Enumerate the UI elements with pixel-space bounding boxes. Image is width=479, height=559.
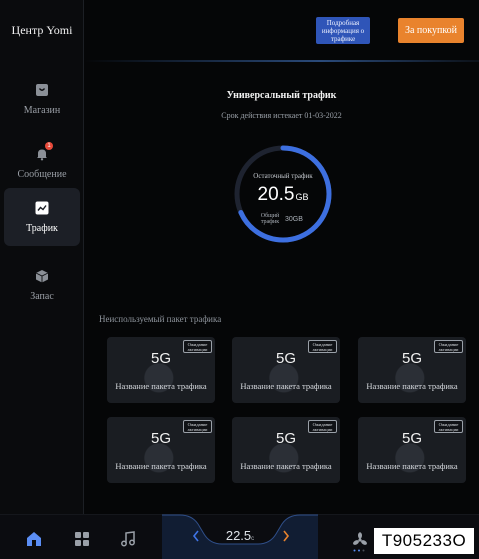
- package-card[interactable]: Ожидание активации 5G Название пакета тр…: [107, 417, 215, 483]
- package-type: 5G: [401, 430, 422, 447]
- traffic-gauge: Остаточный трафик 20.5GB Общий трафик 30…: [233, 144, 333, 244]
- total-value: 30GB: [285, 215, 303, 223]
- remaining-number: 20.5: [257, 184, 295, 205]
- package-card[interactable]: Ожидание активации 5G Название пакета тр…: [358, 417, 466, 483]
- sidebar-item-label: Трафик: [26, 222, 58, 234]
- header-divider: [84, 60, 479, 62]
- buy-button[interactable]: За покупкой: [398, 18, 464, 43]
- package-name: Название пакета трафика: [240, 381, 332, 391]
- notification-badge: 1: [45, 141, 53, 150]
- bag-icon: [35, 83, 49, 97]
- package-type: 5G: [150, 350, 171, 367]
- package-type: 5G: [275, 430, 296, 447]
- music-note-icon[interactable]: [118, 529, 138, 549]
- temp-increase-button[interactable]: [280, 528, 292, 544]
- package-card[interactable]: Ожидание активации 5G Название пакета тр…: [358, 337, 466, 403]
- chart-line-icon: [35, 201, 49, 215]
- sidebar: Центр Yomi Магазин 1 Сообщение Трафик За…: [0, 0, 84, 514]
- expiry-date: Срок действия истекает 01-03-2022: [221, 111, 342, 120]
- sidebar-item-label: Сообщение: [17, 168, 67, 180]
- package-name: Название пакета трафика: [366, 381, 458, 391]
- package-name: Название пакета трафика: [115, 381, 207, 391]
- sidebar-item-label: Запас: [30, 290, 54, 302]
- total-label: Общий трафик: [260, 213, 280, 225]
- total-traffic: Общий трафик 30GB: [259, 213, 309, 225]
- code-label: T905233O: [374, 528, 474, 554]
- sidebar-item-messages[interactable]: 1 Сообщение: [4, 134, 80, 192]
- temperature-value: 22.5: [225, 528, 252, 543]
- cube-icon: [35, 269, 49, 283]
- climate-control: 22.5c: [162, 514, 318, 559]
- package-card[interactable]: Ожидание активации 5G Название пакета тр…: [232, 337, 340, 403]
- bell-icon: 1: [35, 141, 53, 161]
- main-panel: Подробная информация о трафике За покупк…: [84, 0, 479, 514]
- remaining-unit: GB: [295, 192, 309, 202]
- traffic-details-button[interactable]: Подробная информация о трафике: [316, 17, 370, 44]
- temp-decrease-button[interactable]: [190, 528, 202, 544]
- fan-icon[interactable]: [350, 529, 370, 549]
- sidebar-item-traffic[interactable]: Трафик: [4, 188, 80, 246]
- app-title: Центр Yomi: [11, 22, 73, 37]
- apps-grid-icon[interactable]: [72, 529, 92, 549]
- sidebar-item-stock[interactable]: Запас: [4, 256, 80, 314]
- traffic-title: Универсальный трафик: [226, 90, 337, 101]
- sidebar-item-store[interactable]: Магазин: [4, 70, 80, 128]
- sidebar-item-label: Магазин: [23, 104, 61, 116]
- remaining-value: 20.5GB: [233, 184, 333, 206]
- unused-packages-title: Неиспользуемый пакет трафика: [99, 314, 222, 324]
- package-card[interactable]: Ожидание активации 5G Название пакета тр…: [107, 337, 215, 403]
- package-name: Название пакета трафика: [366, 461, 458, 471]
- remaining-label: Остаточный трафик: [253, 172, 313, 180]
- package-name: Название пакета трафика: [240, 461, 332, 471]
- fan-level-dots: [353, 549, 365, 552]
- package-type: 5G: [401, 350, 422, 367]
- temperature-unit: c: [251, 536, 255, 542]
- package-name: Название пакета трафика: [115, 461, 207, 471]
- temperature-display: 22.5c: [208, 528, 272, 543]
- home-icon[interactable]: [24, 529, 44, 549]
- package-card[interactable]: Ожидание активации 5G Название пакета тр…: [232, 417, 340, 483]
- package-type: 5G: [275, 350, 296, 367]
- package-type: 5G: [150, 430, 171, 447]
